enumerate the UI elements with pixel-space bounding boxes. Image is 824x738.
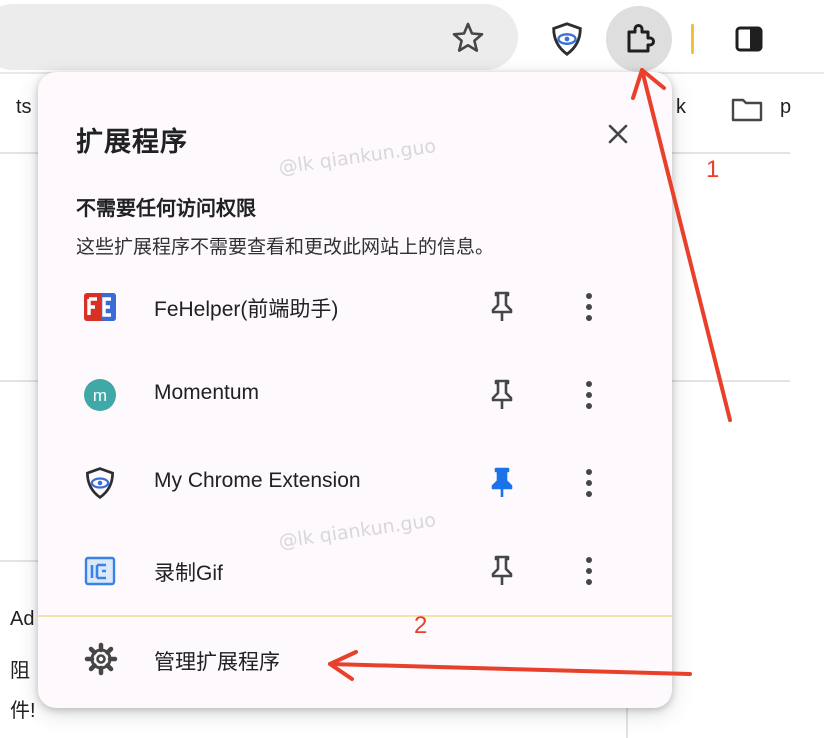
popup-divider (38, 615, 672, 617)
background-text: 件! (10, 700, 36, 722)
bookmark-folder-label[interactable]: p (780, 96, 791, 119)
more-options-icon[interactable] (574, 375, 604, 415)
background-text: Ad (10, 608, 35, 630)
pinned-icon[interactable] (484, 463, 520, 503)
pin-icon[interactable] (484, 551, 520, 591)
address-bar[interactable] (0, 4, 518, 70)
shield-extension-icon (82, 465, 118, 501)
more-options-icon[interactable] (574, 287, 604, 327)
annotation-label-1: 1 (706, 156, 720, 183)
extension-row-my-chrome-extension[interactable]: My Chrome Extension (38, 443, 672, 523)
pin-icon[interactable] (484, 375, 520, 415)
bookmark-fragment-left[interactable]: ts (16, 96, 32, 119)
popup-title: 扩展程序 (76, 127, 188, 158)
section-title: 不需要任何访问权限 (76, 196, 256, 220)
fehelper-icon (82, 289, 118, 325)
shield-extension-icon[interactable] (546, 18, 588, 60)
puzzle-icon (627, 24, 655, 53)
manage-extensions-label: 管理扩展程序 (154, 650, 280, 674)
extension-name: FeHelper(前端助手) (154, 298, 339, 321)
annotation-label-2: 2 (414, 612, 428, 639)
manage-extensions-button[interactable]: 管理扩展程序 (38, 624, 672, 696)
bookmark-fragment-right[interactable]: k (676, 96, 686, 119)
more-options-icon[interactable] (574, 463, 604, 503)
pin-icon[interactable] (484, 287, 520, 327)
star-icon[interactable] (448, 18, 488, 58)
close-icon[interactable] (600, 116, 636, 152)
extension-name: My Chrome Extension (154, 469, 361, 492)
extension-name: 录制Gif (154, 562, 223, 585)
section-description: 这些扩展程序不需要查看和更改此网站上的信息。 (76, 236, 495, 258)
folder-icon[interactable] (730, 94, 764, 124)
background-text: 阻 (10, 660, 30, 682)
extension-row-record-gif[interactable]: 录制Gif (38, 531, 672, 611)
extension-row-momentum[interactable]: m Momentum (38, 355, 672, 435)
svg-text:m: m (93, 386, 107, 405)
gear-icon (84, 642, 118, 676)
extensions-popup: 扩展程序 @lk qiankun.guo @lk qiankun.guo 不需要… (38, 72, 672, 708)
extension-name: Momentum (154, 381, 260, 404)
watermark: @lk qiankun.guo (277, 135, 438, 179)
momentum-icon: m (82, 377, 118, 413)
record-gif-icon (82, 553, 118, 589)
extension-row-fehelper[interactable]: FeHelper(前端助手) (38, 267, 672, 347)
extensions-puzzle-button[interactable] (606, 6, 672, 72)
side-panel-icon[interactable] (728, 18, 770, 60)
more-options-icon[interactable] (574, 551, 604, 591)
toolbar-divider (691, 24, 694, 54)
